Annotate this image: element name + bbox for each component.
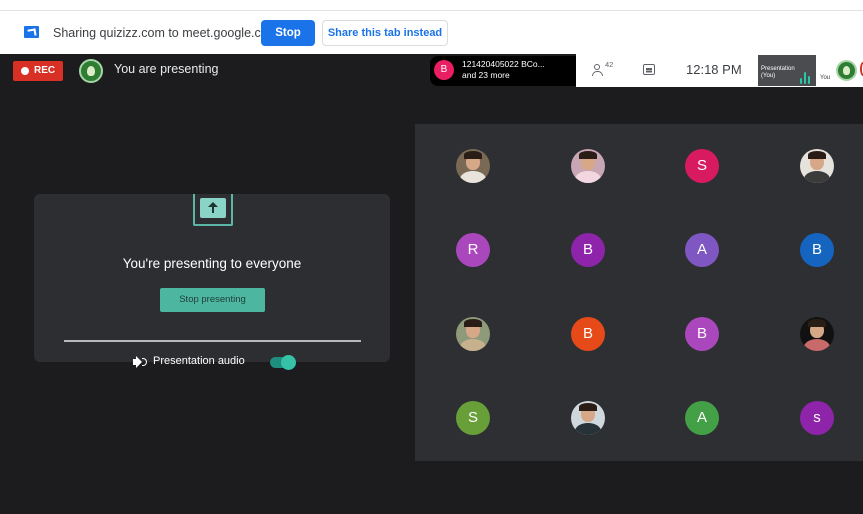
stop-presenting-button[interactable]: Stop presenting: [160, 288, 265, 312]
divider: [0, 10, 863, 11]
record-dot-icon: [21, 67, 29, 75]
audio-level-icon: [800, 72, 810, 84]
presenting-status: You are presenting: [114, 62, 219, 76]
participant-letter-avatar[interactable]: B: [571, 317, 605, 351]
toggle-knob[interactable]: [281, 355, 296, 370]
people-head-shape: [594, 64, 600, 70]
self-tile-label: You: [820, 75, 831, 81]
share-this-tab-button[interactable]: Share this tab instead: [322, 20, 448, 46]
bottom-strip: [0, 508, 863, 514]
participant-letter-avatar[interactable]: s: [800, 401, 834, 435]
participant-letter-avatar[interactable]: A: [685, 233, 719, 267]
participant-photo-avatar[interactable]: [456, 317, 490, 351]
participant-letter-avatar[interactable]: B: [800, 233, 834, 267]
screen-share-icon: [24, 26, 39, 38]
participant-photo-avatar[interactable]: [800, 149, 834, 183]
avatar-shirt-shape: [575, 423, 601, 435]
presenting-title: You're presenting to everyone: [122, 256, 302, 271]
participant-name: 121420405022 BCo...: [462, 59, 545, 69]
recording-label: REC: [34, 65, 56, 76]
presenter-avatar: [79, 59, 103, 83]
self-avatar: [836, 60, 857, 81]
avatar-hair-shape: [464, 151, 482, 159]
participant-letter-avatar[interactable]: B: [685, 317, 719, 351]
people-body-shape: [592, 71, 603, 76]
participant-letter-avatar[interactable]: A: [685, 401, 719, 435]
screen: { "share_bar": { "message": "Sharing qui…: [0, 0, 863, 514]
participant-grid: S R B A B B B S As: [415, 124, 863, 461]
recording-badge: REC: [13, 61, 63, 81]
participant-photo-avatar[interactable]: [800, 317, 834, 351]
avatar-shirt-shape: [460, 171, 486, 183]
participant-photo-avatar[interactable]: [456, 149, 490, 183]
participant-more-count: and 23 more: [462, 70, 510, 80]
speaker-icon: [133, 356, 147, 368]
presentation-tile-label: Presentation (You): [761, 66, 795, 79]
meeting-clock: 12:18 PM: [686, 62, 742, 77]
stop-sharing-button[interactable]: Stop: [261, 20, 315, 46]
presentation-audio-label: Presentation audio: [153, 355, 245, 367]
avatar-hair-shape: [808, 319, 826, 327]
sharing-message: Sharing quizizz.com to meet.google.com: [53, 26, 279, 40]
avatar-hair-shape: [579, 403, 597, 411]
avatar-shirt-shape: [575, 171, 601, 183]
participant-letter-avatar[interactable]: B: [571, 233, 605, 267]
avatar-shirt-shape: [804, 339, 830, 351]
chat-icon[interactable]: [643, 64, 655, 75]
present-upload-icon: [200, 198, 226, 218]
participant-letter-avatar[interactable]: R: [456, 233, 490, 267]
avatar-hair-shape: [808, 151, 826, 159]
avatar-hair-shape: [464, 319, 482, 327]
avatar-shirt-shape: [804, 171, 830, 183]
participant-avatar: B: [434, 60, 454, 80]
participant-photo-avatar[interactable]: [571, 401, 605, 435]
participant-letter-avatar[interactable]: S: [685, 149, 719, 183]
participant-letter-avatar[interactable]: S: [456, 401, 490, 435]
avatar-hair-shape: [579, 151, 597, 159]
avatar-shirt-shape: [460, 339, 486, 351]
participant-photo-avatar[interactable]: [571, 149, 605, 183]
people-count: 42: [605, 60, 614, 69]
divider: [64, 340, 361, 342]
